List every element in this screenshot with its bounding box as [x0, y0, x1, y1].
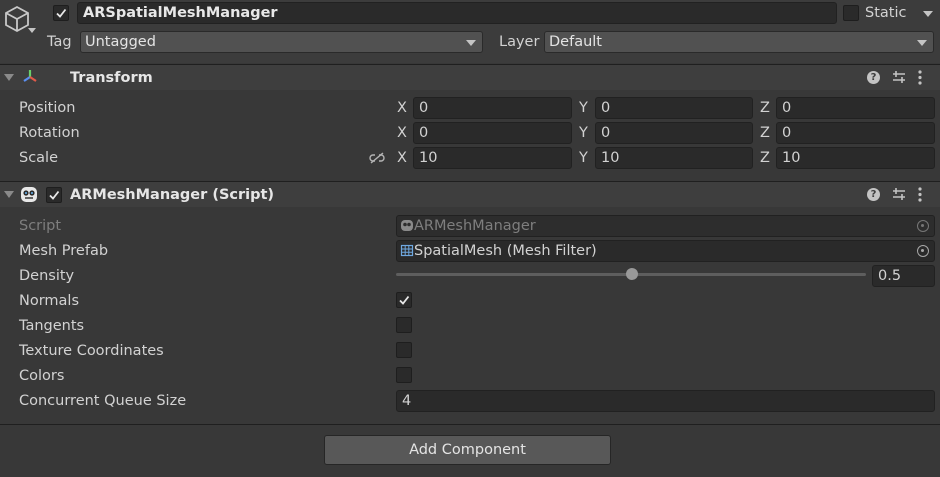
rotation-x-field[interactable]: 0	[413, 122, 572, 144]
position-z-field[interactable]: 0	[776, 97, 935, 119]
scale-x-field[interactable]: 10	[413, 147, 572, 169]
axis-y-label: Y	[579, 100, 588, 116]
axis-z-label: Z	[760, 150, 770, 166]
static-toggle[interactable]	[843, 5, 859, 21]
scale-y-field[interactable]: 10	[595, 147, 753, 169]
component-enabled-toggle[interactable]	[46, 187, 62, 203]
colors-checkbox[interactable]	[396, 367, 412, 383]
transform-header[interactable]: Transform ?	[0, 65, 940, 90]
tag-label: Tag	[47, 34, 72, 50]
axis-x-label: X	[397, 125, 407, 141]
mesh-prefab-value: SpatialMesh (Mesh Filter)	[414, 243, 597, 259]
rotation-z-field[interactable]: 0	[776, 122, 935, 144]
help-icon[interactable]: ?	[867, 71, 880, 84]
object-picker-icon	[917, 220, 929, 232]
mesh-manager-header[interactable]: ARMeshManager (Script) ?	[0, 182, 940, 207]
transform-title: Transform	[70, 70, 153, 86]
rotation-label: Rotation	[19, 125, 80, 141]
rotation-y-field[interactable]: 0	[595, 122, 753, 144]
gameobject-header: ARSpatialMeshManager Static Tag Untagged…	[0, 0, 940, 63]
tangents-label: Tangents	[19, 318, 85, 334]
script-component-icon	[20, 186, 38, 207]
axis-y-label: Y	[579, 150, 588, 166]
add-component-button[interactable]: Add Component	[324, 435, 611, 465]
more-options-icon[interactable]	[917, 187, 923, 206]
help-icon[interactable]: ?	[867, 188, 880, 201]
position-label: Position	[19, 100, 76, 116]
check-icon	[399, 295, 410, 305]
object-name-field[interactable]: ARSpatialMeshManager	[77, 2, 837, 24]
mesh-manager-title: ARMeshManager (Script)	[70, 187, 275, 203]
layer-label: Layer	[499, 34, 540, 50]
mesh-filter-icon	[400, 243, 414, 261]
layer-dropdown[interactable]: Default	[544, 31, 934, 53]
foldout-arrow-icon[interactable]	[4, 191, 14, 198]
check-icon	[56, 8, 67, 18]
texture-coordinates-checkbox[interactable]	[396, 342, 412, 358]
script-field: ARMeshManager	[396, 215, 935, 237]
script-value: ARMeshManager	[414, 218, 536, 234]
active-toggle[interactable]	[53, 5, 69, 21]
icon-dropdown-caret-icon[interactable]	[28, 28, 36, 33]
tag-value: Untagged	[85, 34, 156, 50]
density-label: Density	[19, 268, 75, 284]
axis-z-label: Z	[760, 100, 770, 116]
axis-x-label: X	[397, 150, 407, 166]
script-asset-icon	[400, 218, 414, 236]
scale-label: Scale	[19, 150, 59, 166]
object-picker-icon[interactable]	[917, 245, 929, 257]
axis-x-label: X	[397, 100, 407, 116]
position-x-field[interactable]: 0	[413, 97, 572, 119]
tangents-checkbox[interactable]	[396, 317, 412, 333]
normals-label: Normals	[19, 293, 80, 309]
chevron-down-icon	[466, 40, 476, 46]
texture-coordinates-label: Texture Coordinates	[19, 343, 164, 359]
more-options-icon[interactable]	[917, 70, 923, 89]
mesh-prefab-label: Mesh Prefab	[19, 243, 109, 259]
density-field[interactable]: 0.5	[872, 265, 935, 287]
static-label: Static	[865, 5, 907, 21]
script-label: Script	[19, 218, 62, 234]
tag-dropdown[interactable]: Untagged	[80, 31, 483, 53]
density-slider-thumb[interactable]	[626, 268, 638, 280]
gameobject-cube-icon	[4, 5, 30, 37]
colors-label: Colors	[19, 368, 65, 384]
axis-z-label: Z	[760, 125, 770, 141]
mesh-prefab-field[interactable]: SpatialMesh (Mesh Filter)	[396, 240, 935, 262]
axis-y-label: Y	[579, 125, 588, 141]
position-y-field[interactable]: 0	[595, 97, 753, 119]
normals-checkbox[interactable]	[396, 292, 412, 308]
layer-value: Default	[549, 34, 602, 50]
constrain-proportions-icon[interactable]	[369, 151, 385, 169]
chevron-down-icon	[917, 40, 927, 46]
divider	[0, 424, 940, 425]
static-dropdown-caret-icon[interactable]	[923, 11, 933, 17]
concurrent-queue-size-field[interactable]: 4	[396, 390, 935, 412]
scale-z-field[interactable]: 10	[776, 147, 935, 169]
foldout-arrow-icon[interactable]	[4, 74, 14, 81]
transform-icon	[22, 69, 38, 89]
check-icon	[49, 190, 60, 200]
presets-icon[interactable]	[892, 187, 906, 205]
presets-icon[interactable]	[892, 70, 906, 88]
concurrent-queue-size-label: Concurrent Queue Size	[19, 393, 187, 409]
